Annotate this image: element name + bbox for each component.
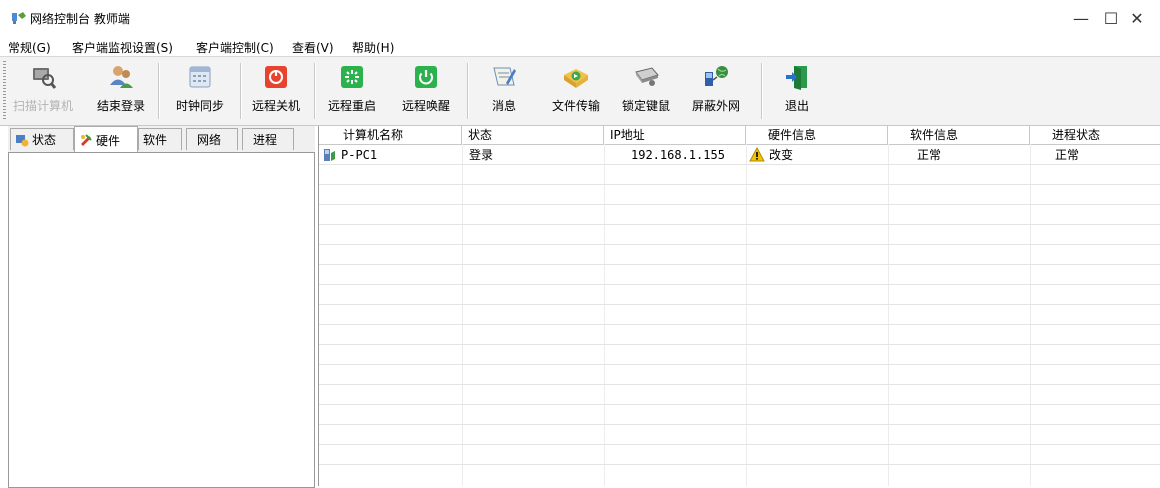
toolbar-separator <box>467 63 469 119</box>
exit-label: 退出 <box>784 99 809 113</box>
column-header-status[interactable]: 状态 <box>462 126 604 144</box>
tab-network-label: 网络 <box>197 133 222 147</box>
empty-row <box>319 245 1160 265</box>
title-bar: 网络控制台 教师端 — ☐ ✕ <box>0 0 1160 36</box>
close-button[interactable]: ✕ <box>1117 0 1157 36</box>
menu-bar: 常规(G) 客户端监视设置(S) 客户端控制(C) 查看(V) 帮助(H) <box>0 36 1160 56</box>
lock-keyboard-mouse-icon <box>632 63 660 91</box>
lock-keyboard-mouse-button[interactable]: 锁定键鼠 <box>614 61 678 119</box>
column-header-hardware[interactable]: 硬件信息 <box>746 126 888 144</box>
menu-client-monitor-settings[interactable]: 客户端监视设置(S) <box>72 39 173 56</box>
empty-row <box>319 405 1160 425</box>
remote-shutdown-button[interactable]: 远程关机 <box>246 61 306 119</box>
row-ip: 192.168.1.155 <box>631 148 725 162</box>
empty-row <box>319 425 1160 445</box>
tab-software[interactable]: 软件 <box>138 128 182 150</box>
row-process: 正常 <box>1055 148 1080 162</box>
remote-restart-label: 远程重启 <box>327 99 376 113</box>
toolbar-grip[interactable] <box>3 61 6 119</box>
block-internet-icon <box>702 63 730 91</box>
toolbar: 扫描计算机 结束登录 时钟同步 远程关机 远程重启 远程唤醒 消息 文件传输 锁… <box>0 56 1160 126</box>
block-internet-label: 屏蔽外网 <box>691 99 740 113</box>
list-header: 计算机名称 状态 IP地址 硬件信息 软件信息 进程状态 <box>319 126 1160 145</box>
empty-row <box>319 385 1160 405</box>
tab-strip: 状态 硬件 软件 网络 进程 <box>8 126 315 153</box>
menu-help[interactable]: 帮助(H) <box>352 39 394 56</box>
tab-process-label: 进程 <box>253 133 278 147</box>
empty-row <box>319 165 1160 185</box>
menu-view[interactable]: 查看(V) <box>292 39 334 56</box>
remote-restart-button[interactable]: 远程重启 <box>320 61 384 119</box>
column-header-process[interactable]: 进程状态 <box>1030 126 1160 144</box>
column-header-software[interactable]: 软件信息 <box>888 126 1030 144</box>
clock-sync-label: 时钟同步 <box>175 99 224 113</box>
scan-computer-button[interactable]: 扫描计算机 <box>9 61 77 119</box>
empty-row <box>319 185 1160 205</box>
empty-row <box>319 205 1160 225</box>
computer-list[interactable]: 计算机名称 状态 IP地址 硬件信息 软件信息 进程状态 P-PC1 登录 19… <box>318 126 1160 486</box>
row-hardware: 改变 <box>769 148 794 162</box>
toolbar-separator <box>761 63 763 119</box>
left-panel: 状态 硬件 软件 网络 进程 <box>8 126 315 488</box>
status-icon <box>15 133 29 147</box>
row-software: 正常 <box>917 148 942 162</box>
tab-software-label: 软件 <box>143 133 168 147</box>
clock-sync-icon <box>186 63 214 91</box>
tab-hardware-label: 硬件 <box>96 133 121 148</box>
message-label: 消息 <box>491 99 516 113</box>
remote-wake-label: 远程唤醒 <box>401 99 450 113</box>
tab-status-label: 状态 <box>32 133 57 147</box>
remote-wake-button[interactable]: 远程唤醒 <box>394 61 458 119</box>
remote-shutdown-label: 远程关机 <box>251 99 300 113</box>
message-button[interactable]: 消息 <box>474 61 534 119</box>
end-login-users-icon <box>107 63 135 91</box>
empty-row <box>319 305 1160 325</box>
toolbar-separator <box>314 63 316 119</box>
file-transfer-label: 文件传输 <box>551 99 600 113</box>
menu-general[interactable]: 常规(G) <box>8 39 51 56</box>
empty-row <box>319 325 1160 345</box>
empty-row <box>319 225 1160 245</box>
app-network-icon <box>12 12 26 24</box>
lock-keyboard-mouse-label: 锁定键鼠 <box>621 99 670 113</box>
menu-client-control[interactable]: 客户端控制(C) <box>196 39 274 56</box>
computer-icon <box>323 145 339 165</box>
window-title: 网络控制台 教师端 <box>30 12 130 26</box>
file-transfer-icon <box>562 63 590 91</box>
column-header-ip[interactable]: IP地址 <box>604 126 746 144</box>
remote-shutdown-icon <box>262 63 290 91</box>
empty-row <box>319 345 1160 365</box>
empty-row <box>319 445 1160 465</box>
hardware-icon <box>79 133 93 147</box>
table-row[interactable]: P-PC1 登录 192.168.1.155 改变 正常 正常 <box>319 145 1160 165</box>
file-transfer-button[interactable]: 文件传输 <box>544 61 608 119</box>
tab-process[interactable]: 进程 <box>242 128 294 150</box>
toolbar-separator <box>158 63 160 119</box>
remote-restart-icon <box>338 63 366 91</box>
row-status: 登录 <box>469 148 494 162</box>
block-internet-button[interactable]: 屏蔽外网 <box>684 61 748 119</box>
scan-computer-icon <box>29 63 57 91</box>
toolbar-separator <box>240 63 242 119</box>
column-header-computer-name[interactable]: 计算机名称 <box>319 126 462 144</box>
end-login-label: 结束登录 <box>96 99 145 113</box>
tab-network[interactable]: 网络 <box>186 128 238 150</box>
remote-wake-icon <box>412 63 440 91</box>
clock-sync-button[interactable]: 时钟同步 <box>166 61 234 119</box>
empty-row <box>319 365 1160 385</box>
tab-hardware[interactable]: 硬件 <box>74 126 138 153</box>
message-icon <box>490 63 518 91</box>
tab-content-panel[interactable] <box>8 152 315 488</box>
empty-row <box>319 265 1160 285</box>
warning-icon <box>749 145 765 165</box>
tab-status[interactable]: 状态 <box>10 128 74 150</box>
exit-button[interactable]: 退出 <box>772 61 822 119</box>
exit-icon <box>783 63 811 91</box>
empty-row <box>319 285 1160 305</box>
scan-computer-label: 扫描计算机 <box>12 99 73 113</box>
end-login-button[interactable]: 结束登录 <box>91 61 151 119</box>
row-computer-name: P-PC1 <box>341 148 378 162</box>
